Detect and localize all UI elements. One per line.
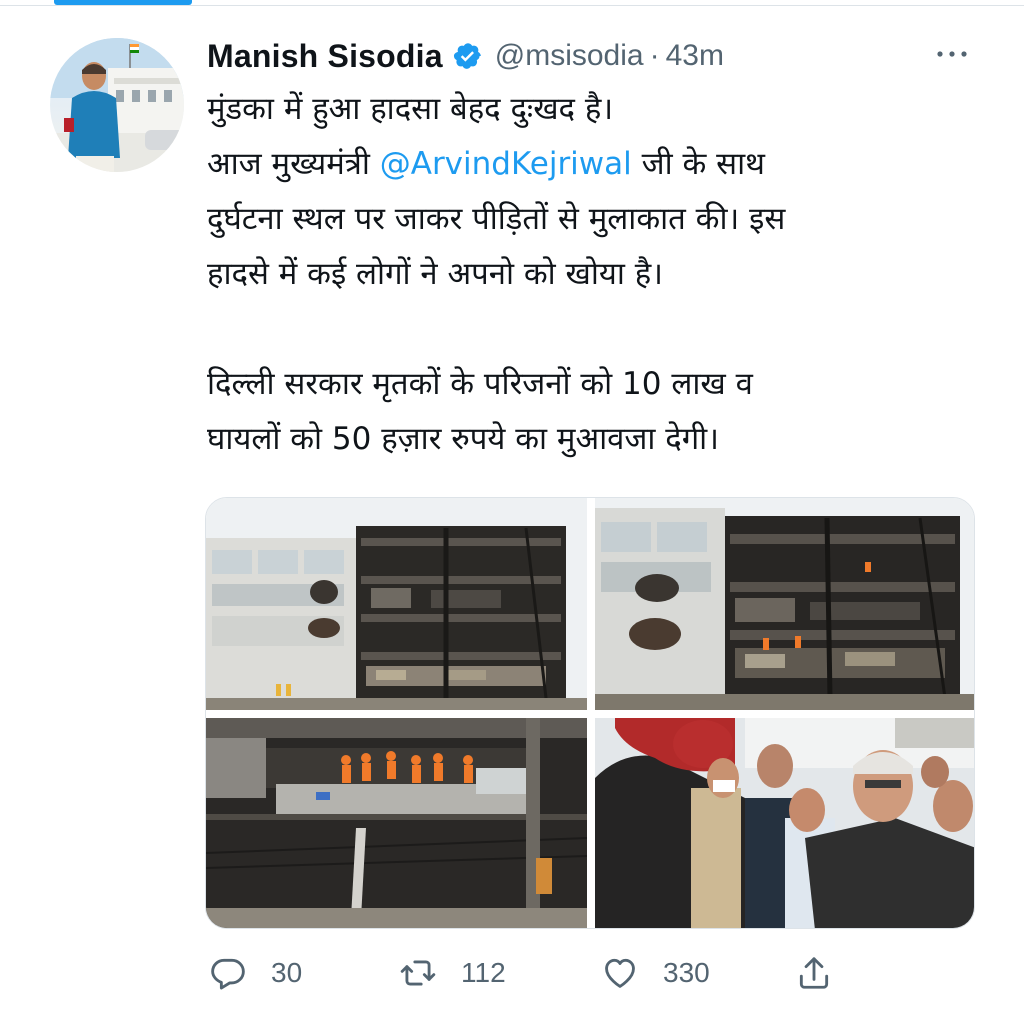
like-count: 330 <box>663 957 710 988</box>
photo-3[interactable] <box>206 718 587 928</box>
tweet-body: मुंडका में हुआ हादसा बेहद दुःखद है। आज म… <box>207 82 977 467</box>
reply-icon <box>209 954 247 992</box>
header-separator: · <box>649 39 660 72</box>
author-handle[interactable]: @msisodia <box>495 39 644 73</box>
avatar-photo <box>50 38 184 172</box>
tweet-line: आज मुख्यमंत्री @ArvindKejriwal जी के साथ <box>207 137 977 192</box>
active-tab-indicator <box>54 0 192 5</box>
reply-button[interactable]: 30 <box>209 950 302 996</box>
tweet-line: मुंडका में हुआ हादसा बेहद दुःखद है। <box>207 91 614 127</box>
mention-link[interactable]: @ArvindKejriwal <box>380 146 632 182</box>
author-avatar[interactable] <box>50 38 184 172</box>
retweet-icon <box>399 954 437 992</box>
media-grid <box>205 497 975 929</box>
tweet-line: घायलों को 50 हज़ार रुपये का मुआवजा देगी। <box>207 421 719 457</box>
tweet-text-segment: जी के साथ <box>631 146 765 182</box>
photo-4[interactable] <box>595 718 974 928</box>
tweet-actions: 30 112 330 <box>205 950 925 996</box>
share-icon <box>795 954 833 992</box>
tweet-line: दुर्घटना स्थल पर जाकर पीड़ितों से मुलाका… <box>207 201 786 237</box>
reply-count: 30 <box>271 957 303 988</box>
tweet-header: Manish Sisodia @msisodia · 43m <box>207 36 724 76</box>
share-button[interactable] <box>795 950 833 996</box>
photo-2[interactable] <box>595 498 974 710</box>
photo-1[interactable] <box>206 498 587 710</box>
author-name[interactable]: Manish Sisodia <box>207 38 443 75</box>
tweet-text-segment: आज मुख्यमंत्री <box>207 146 380 182</box>
heart-icon <box>601 954 639 992</box>
more-options-icon[interactable] <box>932 42 972 66</box>
verified-badge-icon <box>453 41 483 71</box>
retweet-button[interactable]: 112 <box>399 950 506 996</box>
like-button[interactable]: 330 <box>601 950 710 996</box>
tweet-line: हादसे में कई लोगों ने अपनो को खोया है। <box>207 256 664 292</box>
tweet-line: दिल्ली सरकार मृतकों के परिजनों को 10 लाख… <box>207 366 753 402</box>
tweet-timestamp[interactable]: 43m <box>666 39 724 73</box>
retweet-count: 112 <box>461 957 506 988</box>
